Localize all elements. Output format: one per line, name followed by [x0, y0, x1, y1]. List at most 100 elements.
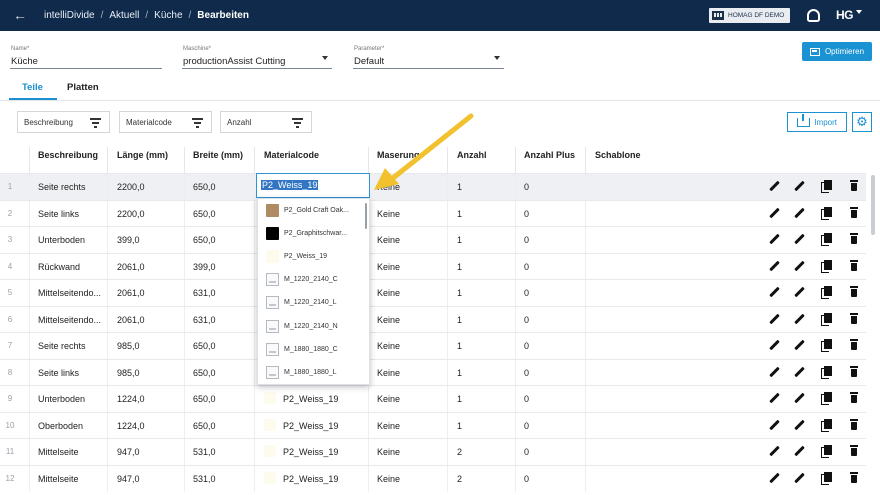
trash-button[interactable] — [849, 445, 861, 458]
pencil-button[interactable] — [794, 419, 806, 432]
column-header-anzahl-plus[interactable]: Anzahl Plus — [524, 150, 575, 160]
column-header-schablone[interactable]: Schablone — [595, 150, 641, 160]
trash-button[interactable] — [849, 312, 861, 326]
filter-icon[interactable] — [292, 118, 303, 128]
cell-laenge[interactable]: 947,0 — [117, 447, 140, 457]
back-arrow-icon[interactable]: ← — [13, 7, 27, 23]
cell-beschreibung[interactable]: Mittelseitendo... — [38, 288, 101, 298]
cell-maserung[interactable]: Keine — [377, 235, 400, 245]
cell-beschreibung[interactable]: Mittelseitendo... — [38, 315, 101, 325]
materialcode-option[interactable]: M_1220_2140_C — [258, 269, 363, 292]
cell-maserung[interactable]: Keine — [377, 209, 400, 219]
pencil-button[interactable] — [794, 313, 806, 326]
edit-button[interactable] — [769, 419, 781, 432]
tab-platten[interactable]: Platten — [67, 82, 99, 99]
trash-button[interactable] — [849, 365, 861, 379]
pencil-button[interactable] — [794, 260, 806, 273]
tab-teile[interactable]: Teile — [22, 82, 43, 99]
cell-beschreibung[interactable]: Rückwand — [38, 262, 80, 272]
cell-beschreibung[interactable]: Seite links — [38, 368, 79, 378]
table-row[interactable]: 4 Rückwand 2061,0 399,0 Keine 1 0 — [0, 252, 866, 280]
column-header-materialcode[interactable]: Materialcode — [264, 150, 319, 160]
cell-anzahl[interactable]: 1 — [457, 288, 462, 298]
materialcode-option[interactable]: M_1220_2140_L — [258, 292, 363, 315]
cell-anzahl-plus[interactable]: 0 — [524, 182, 529, 192]
materialcode-option[interactable]: P2_Graphitschwar... — [258, 223, 363, 246]
cell-anzahl-plus[interactable]: 0 — [524, 315, 529, 325]
cell-breite[interactable]: 650,0 — [193, 182, 216, 192]
cell-laenge[interactable]: 2061,0 — [117, 315, 145, 325]
cell-laenge[interactable]: 1224,0 — [117, 421, 145, 431]
cell-beschreibung[interactable]: Seite links — [38, 209, 79, 219]
cell-maserung[interactable]: Keine — [377, 474, 400, 484]
table-row[interactable]: 5 Mittelseitendo... 2061,0 631,0 Keine 1 0 — [0, 279, 866, 306]
pencil-button[interactable] — [794, 180, 806, 193]
cell-beschreibung[interactable]: Seite rechts — [38, 182, 86, 192]
cell-laenge[interactable]: 985,0 — [117, 341, 140, 351]
trash-button[interactable] — [849, 286, 861, 299]
cell-maserung[interactable]: Keine — [377, 421, 400, 431]
cell-maserung[interactable]: Keine — [377, 262, 400, 272]
cell-anzahl-plus[interactable]: 0 — [524, 262, 529, 272]
cell-breite[interactable]: 650,0 — [193, 421, 216, 431]
edit-button[interactable] — [769, 392, 781, 405]
pencil-button[interactable] — [794, 339, 806, 352]
materialcode-input[interactable]: P2_Weiss_19 — [256, 173, 370, 198]
cell-materialcode[interactable]: P2_Weiss_19 — [283, 394, 338, 404]
table-row[interactable]: 10 Oberboden 1224,0 650,0 P2_Weiss_19 Keine 1 0 — [0, 411, 866, 439]
cell-anzahl[interactable]: 2 — [457, 447, 462, 457]
cell-breite[interactable]: 399,0 — [193, 262, 216, 272]
materialcode-option[interactable]: M_1880_1880_L — [258, 362, 363, 384]
cell-materialcode[interactable]: P2_Weiss_19 — [283, 447, 338, 457]
pencil-button[interactable] — [794, 392, 806, 405]
pencil-button[interactable] — [794, 233, 806, 246]
edit-button[interactable] — [769, 207, 781, 220]
cell-anzahl[interactable]: 1 — [457, 209, 462, 219]
pencil-button[interactable] — [794, 366, 806, 379]
copy-button[interactable] — [821, 445, 833, 458]
table-row[interactable]: 8 Seite links 985,0 650,0 Keine 1 0 — [0, 358, 866, 386]
edit-button[interactable] — [769, 180, 781, 193]
company-badge[interactable]: HOMAG DF DEMO — [709, 8, 790, 23]
trash-button[interactable] — [849, 206, 861, 220]
filter-icon[interactable] — [192, 118, 203, 128]
cell-breite[interactable]: 631,0 — [193, 315, 216, 325]
pencil-button[interactable] — [794, 445, 806, 458]
cell-laenge[interactable]: 985,0 — [117, 368, 140, 378]
table-row[interactable]: 12 Mittelseite 947,0 531,0 P2_Weiss_19 Keine 2… — [0, 464, 866, 492]
trash-button[interactable] — [849, 339, 861, 352]
cell-laenge[interactable]: 2061,0 — [117, 288, 145, 298]
cell-breite[interactable]: 650,0 — [193, 209, 216, 219]
cell-breite[interactable]: 531,0 — [193, 474, 216, 484]
dropdown-scrollbar[interactable] — [365, 203, 367, 229]
optimize-button[interactable]: Optimieren — [802, 42, 872, 61]
cell-anzahl[interactable]: 1 — [457, 315, 462, 325]
name-field[interactable]: Name* Küche — [10, 45, 162, 69]
cell-anzahl[interactable]: 1 — [457, 262, 462, 272]
cell-anzahl-plus[interactable]: 0 — [524, 235, 529, 245]
copy-button[interactable] — [821, 259, 833, 273]
cell-beschreibung[interactable]: Mittelseite — [38, 447, 79, 457]
cell-materialcode[interactable]: P2_Weiss_19 — [283, 421, 338, 431]
copy-button[interactable] — [821, 312, 833, 326]
table-row[interactable]: 9 Unterboden 1224,0 650,0 P2_Weiss_19 Keine 1 0 — [0, 385, 866, 412]
cell-laenge[interactable]: 1224,0 — [117, 394, 145, 404]
cell-maserung[interactable]: Keine — [377, 315, 400, 325]
copy-button[interactable] — [821, 392, 833, 405]
copy-button[interactable] — [821, 365, 833, 379]
cell-anzahl-plus[interactable]: 0 — [524, 209, 529, 219]
cell-anzahl[interactable]: 1 — [457, 421, 462, 431]
cell-anzahl[interactable]: 1 — [457, 341, 462, 351]
cell-beschreibung[interactable]: Oberboden — [38, 421, 83, 431]
edit-button[interactable] — [769, 313, 781, 326]
cell-maserung[interactable]: Keine — [377, 341, 400, 351]
copy-button[interactable] — [821, 206, 833, 220]
cell-laenge[interactable]: 2200,0 — [117, 209, 145, 219]
breadcrumb-item-current-list[interactable]: Aktuell — [109, 10, 139, 21]
cell-laenge[interactable]: 947,0 — [117, 474, 140, 484]
copy-button[interactable] — [821, 471, 833, 485]
materialcode-option[interactable]: P2_Gold Craft Oak... — [258, 200, 363, 223]
cell-anzahl[interactable]: 2 — [457, 474, 462, 484]
machine-select[interactable]: Maschine* productionAssist Cutting — [182, 45, 332, 69]
cell-maserung[interactable]: Keine — [377, 182, 400, 192]
